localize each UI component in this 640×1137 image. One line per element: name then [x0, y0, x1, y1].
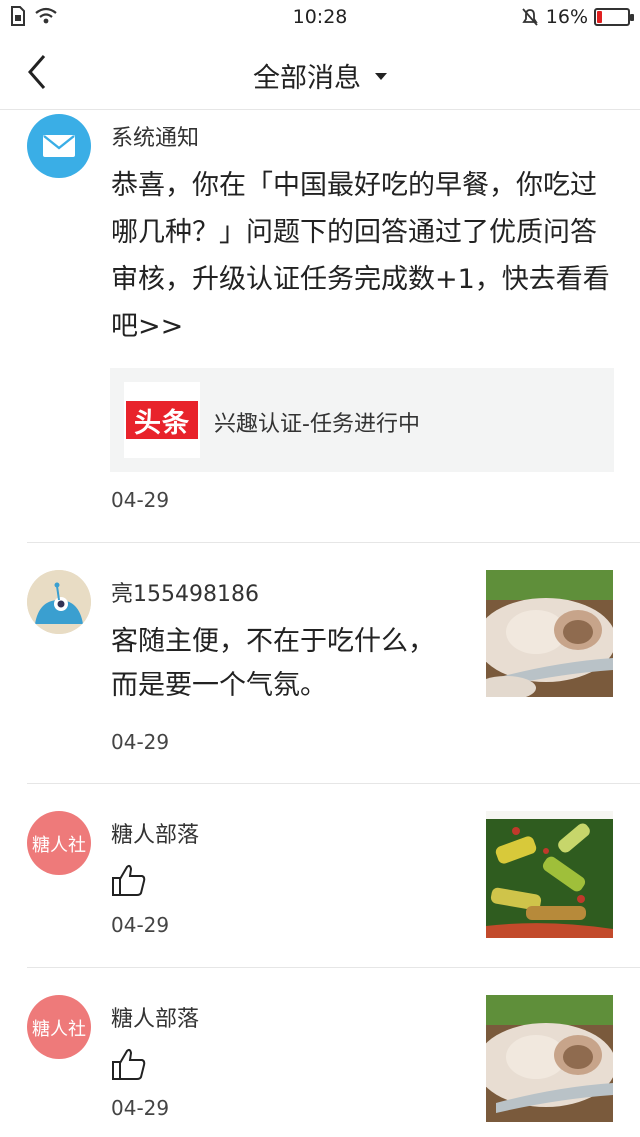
avatar[interactable] [27, 570, 91, 634]
message-date: 04-29 [111, 913, 170, 937]
card-logo: 头条 [124, 382, 200, 458]
avatar[interactable]: 糖人社 [27, 995, 91, 1059]
toutiao-logo: 头条 [126, 401, 198, 439]
thumbs-up-icon [111, 863, 147, 897]
sender-name: 糖人部落 [111, 1007, 200, 1032]
status-bar: 10:28 16% [0, 0, 640, 36]
message-date: 04-29 [111, 730, 170, 754]
message-date: 04-29 [111, 488, 170, 512]
avatar-logo-text: 糖人社 [32, 835, 86, 856]
page-title-dropdown[interactable]: 全部消息 [0, 56, 640, 95]
message-item[interactable]: 糖人社 糖人部落 04-29 [0, 784, 640, 968]
tangren-logo-icon: 糖人社 [32, 1019, 86, 1040]
avatar-logo-text: 糖人社 [32, 1019, 86, 1040]
card-title: 兴趣认证-任务进行中 [214, 412, 420, 437]
thumbnail-image[interactable] [486, 570, 613, 697]
nav-bar: 全部消息 [0, 36, 640, 110]
avatar [27, 114, 91, 178]
thumbnail-image[interactable] [486, 811, 613, 938]
dumplings-image [486, 570, 613, 697]
thumbs-up-icon [111, 1047, 147, 1081]
message-item[interactable]: 亮155498186 客随主便，不在于吃什么，而是要一个气氛。 04-29 [0, 543, 640, 784]
thumbnail-image[interactable] [486, 995, 613, 1122]
page-title: 全部消息 [253, 63, 361, 94]
sender-name: 系统通知 [111, 126, 200, 151]
message-text: 客随主便，不在于吃什么，而是要一个气氛。 [111, 626, 435, 701]
sender-name: 糖人部落 [111, 823, 200, 848]
avatar-cartoon-icon [27, 570, 91, 634]
message-text: 恭喜，你在「中国最好吃的早餐，你吃过哪几种？」问题下的回答通过了优质问答审核，升… [111, 170, 610, 342]
sender-name: 亮155498186 [111, 582, 259, 607]
battery-fill [597, 11, 602, 23]
battery-percent: 16% [545, 6, 588, 28]
tangren-logo-icon: 糖人社 [32, 835, 86, 856]
cucumber-salad-image [486, 811, 613, 938]
mail-icon [43, 135, 75, 157]
mute-bell-icon [522, 8, 538, 26]
status-right: 16% [520, 6, 634, 28]
caret-down-icon [375, 73, 387, 80]
link-card[interactable]: 头条 兴趣认证-任务进行中 [110, 368, 614, 472]
avatar[interactable]: 糖人社 [27, 811, 91, 875]
message-item[interactable]: 糖人社 糖人部落 04-29 [0, 968, 640, 1137]
message-date: 04-29 [111, 1096, 170, 1120]
battery-icon [594, 8, 634, 26]
dumplings-image [486, 995, 613, 1122]
message-item[interactable]: 系统通知 恭喜，你在「中国最好吃的早餐，你吃过哪几种？」问题下的回答通过了优质问… [0, 110, 640, 543]
